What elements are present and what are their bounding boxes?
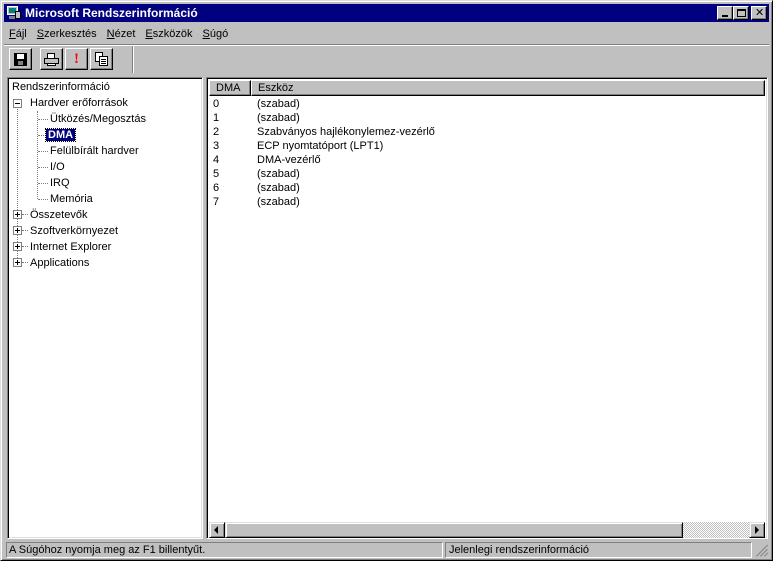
arrow-right-icon — [755, 526, 759, 534]
save-button[interactable] — [9, 48, 32, 70]
expand-icon[interactable] — [13, 226, 22, 235]
system-info-icon[interactable] — [6, 6, 22, 20]
tree-item-internet-explorer[interactable]: Internet Explorer — [28, 239, 113, 255]
dma-list-view[interactable]: DMA Eszköz 0 (szabad) 1 (szabad) 2 Szabvány… — [206, 77, 768, 539]
tree-item-hardware[interactable]: Hardver erőforrások — [28, 95, 130, 111]
column-header-dma[interactable]: DMA — [209, 80, 251, 96]
resize-grip-icon[interactable] — [754, 543, 769, 557]
tree-item-components[interactable]: Összetevők — [28, 207, 89, 223]
copy-button[interactable] — [90, 48, 113, 70]
scroll-left-button[interactable] — [209, 522, 225, 538]
minimize-icon — [722, 15, 728, 17]
toolbar-edge — [132, 46, 134, 73]
menu-help[interactable]: Súgó — [198, 26, 234, 43]
menu-bar: Fájl Szerkesztés Nézet Eszközök Súgó — [4, 25, 233, 44]
expand-icon[interactable] — [13, 258, 22, 267]
column-header-device[interactable]: Eszköz — [251, 80, 765, 96]
tree-item-memory[interactable]: Memória — [48, 191, 95, 207]
status-current-info: Jelenlegi rendszerinformáció — [445, 542, 752, 558]
maximize-button[interactable] — [733, 6, 749, 20]
exclamation-icon: ! — [74, 51, 79, 67]
print-icon — [44, 53, 59, 66]
tree-item-software[interactable]: Szoftverkörnyezet — [28, 223, 120, 239]
arrow-left-icon — [214, 526, 218, 534]
scroll-right-button[interactable] — [749, 522, 765, 538]
menu-edit[interactable]: Szerkesztés — [32, 26, 102, 43]
menu-view[interactable]: Nézet — [102, 26, 141, 43]
save-icon — [14, 53, 27, 66]
toolbar-separator — [4, 44, 769, 46]
horizontal-scrollbar[interactable] — [209, 522, 765, 538]
tree-item-dma[interactable]: DMA — [44, 127, 77, 143]
category-tree[interactable]: Rendszerinformáció Hardver erőforrások Ü… — [7, 77, 203, 539]
toolbar: ! — [9, 48, 115, 72]
tree-item-conflicts[interactable]: Ütközés/Megosztás — [48, 111, 148, 127]
title-bar[interactable]: Microsoft Rendszerinformáció ✕ — [4, 4, 769, 22]
refresh-button[interactable]: ! — [65, 48, 88, 70]
tree-item-root[interactable]: Rendszerinformáció — [10, 79, 112, 95]
tree-item-io[interactable]: I/O — [48, 159, 67, 175]
tree-item-irq[interactable]: IRQ — [48, 175, 72, 191]
menu-tools[interactable]: Eszközök — [140, 26, 197, 43]
maximize-icon — [737, 9, 746, 17]
expand-icon[interactable] — [13, 210, 22, 219]
print-button[interactable] — [40, 48, 63, 70]
tree-item-forced-hardware[interactable]: Felülbírált hardver — [48, 143, 141, 159]
menu-file[interactable]: Fájl — [4, 26, 32, 43]
app-window: Microsoft Rendszerinformáció ✕ Fájl Szer… — [0, 0, 773, 561]
expand-icon[interactable] — [13, 242, 22, 251]
minimize-button[interactable] — [717, 6, 733, 20]
close-button[interactable]: ✕ — [751, 6, 767, 20]
scrollbar-thumb[interactable] — [225, 522, 683, 538]
status-help-text: A Súgóhoz nyomja meg az F1 billentyűt. — [6, 542, 443, 558]
collapse-icon[interactable] — [13, 99, 22, 108]
tree-item-applications[interactable]: Applications — [28, 255, 91, 271]
close-icon: ✕ — [755, 7, 765, 19]
window-title: Microsoft Rendszerinformáció — [25, 6, 198, 20]
